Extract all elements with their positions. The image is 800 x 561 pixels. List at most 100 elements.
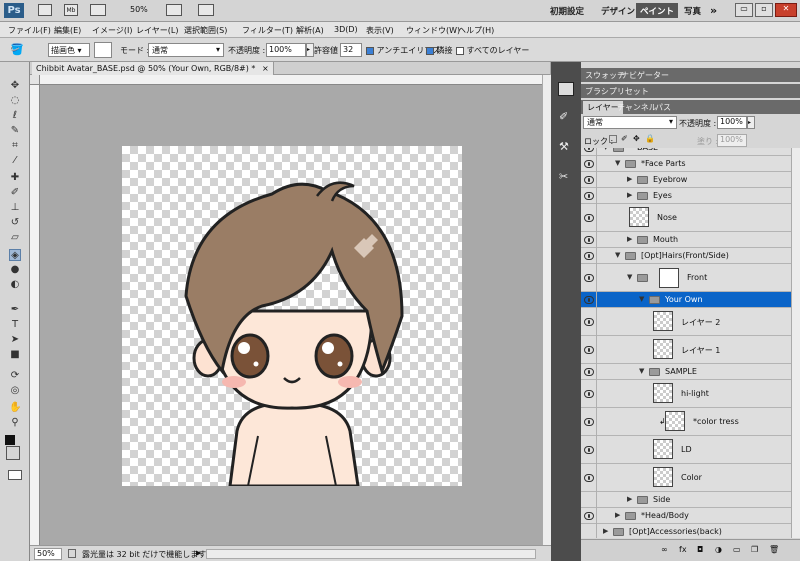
layer-visibility-toggle[interactable]: [581, 508, 597, 524]
collapse-arrow-icon[interactable]: ▼: [603, 148, 608, 151]
tab-paths[interactable]: パス: [655, 102, 671, 113]
layer-thumbnail[interactable]: [665, 411, 685, 431]
layer-visibility-toggle[interactable]: [581, 232, 597, 248]
move-tool-icon[interactable]: ✥: [9, 80, 21, 92]
lock-transparency-icon[interactable]: [609, 135, 617, 143]
expand-arrow-icon[interactable]: ▶: [615, 511, 620, 519]
menu-window[interactable]: ウィンドウ(W): [406, 25, 460, 36]
collapse-arrow-icon[interactable]: ▼: [615, 251, 620, 259]
layer-row[interactable]: Nose: [581, 204, 791, 232]
collapse-arrow-icon[interactable]: ▼: [615, 159, 620, 167]
clone-source-panel-icon[interactable]: ⚒: [559, 140, 573, 154]
layer-row[interactable]: Color: [581, 464, 791, 492]
layer-row[interactable]: ▶ [Opt]Accessories(back): [581, 524, 791, 538]
lasso-tool-icon[interactable]: ℓ: [9, 110, 21, 122]
close-document-icon[interactable]: ×: [262, 64, 269, 73]
menu-file[interactable]: ファイル(F): [8, 25, 51, 36]
minimize-button[interactable]: ▭: [735, 3, 753, 17]
expand-arrow-icon[interactable]: ▶: [627, 235, 632, 243]
menu-analysis[interactable]: 解析(A): [296, 25, 324, 36]
view-extras-icon[interactable]: [90, 4, 106, 16]
tab-navigator[interactable]: ナビゲーター: [621, 70, 669, 81]
layer-row[interactable]: レイヤー 2: [581, 308, 791, 336]
tab-brush-presets[interactable]: ブラシプリセット: [585, 86, 649, 97]
layer-visibility-toggle[interactable]: [581, 464, 597, 492]
background-color-swatch[interactable]: [6, 446, 20, 460]
paint-bucket-preset-icon[interactable]: 🪣: [10, 43, 28, 57]
layer-visibility-toggle[interactable]: [581, 264, 597, 292]
layer-row[interactable]: ▼ Your Own: [581, 292, 791, 308]
collapse-arrow-icon[interactable]: ▼: [639, 367, 644, 375]
expand-arrow-icon[interactable]: ▶: [627, 191, 632, 199]
collapse-arrow-icon[interactable]: ▼: [627, 273, 632, 281]
horizontal-scrollbar[interactable]: [206, 549, 536, 559]
pen-tool-icon[interactable]: ✒: [9, 304, 21, 316]
expand-arrow-icon[interactable]: ▶: [603, 527, 608, 535]
zoom-level-select[interactable]: 50%: [130, 5, 148, 14]
layer-row[interactable]: ▶ Side: [581, 492, 791, 508]
layer-visibility-toggle[interactable]: [581, 292, 597, 308]
brush-panel-icon[interactable]: ✐: [559, 110, 573, 124]
layer-visibility-toggle[interactable]: [581, 364, 597, 380]
layer-row[interactable]: ↲ *color tress: [581, 408, 791, 436]
layer-row[interactable]: ▶ Mouth: [581, 232, 791, 248]
3d-rotate-tool-icon[interactable]: ⟳: [9, 370, 21, 382]
workspace-default[interactable]: 初期設定: [546, 3, 588, 18]
layer-visibility-toggle[interactable]: [581, 248, 597, 264]
status-info-icon[interactable]: [68, 549, 76, 558]
canvas-area[interactable]: [40, 85, 542, 545]
layer-visibility-toggle[interactable]: [581, 156, 597, 172]
vertical-scrollbar[interactable]: [542, 75, 551, 545]
expand-arrow-icon[interactable]: ▶: [627, 495, 632, 503]
ruler-origin[interactable]: [30, 75, 40, 85]
layer-row[interactable]: ▼ *Face Parts: [581, 156, 791, 172]
menu-help[interactable]: ヘルプ(H): [458, 25, 494, 36]
menu-edit[interactable]: 編集(E): [54, 25, 81, 36]
menu-layer[interactable]: レイヤー(L): [136, 25, 178, 36]
new-group-icon[interactable]: ▭: [733, 545, 741, 554]
layer-visibility-toggle[interactable]: [581, 148, 597, 156]
new-layer-icon[interactable]: ❐: [751, 545, 758, 554]
layer-visibility-toggle[interactable]: [581, 336, 597, 364]
layer-thumbnail[interactable]: [653, 383, 673, 403]
layer-mask-thumbnail[interactable]: [659, 268, 679, 288]
quick-select-tool-icon[interactable]: ✎: [9, 125, 21, 137]
contiguous-checkbox[interactable]: 隣接: [426, 45, 453, 56]
layer-row[interactable]: ▼ Front: [581, 264, 791, 292]
lock-all-icon[interactable]: 🔒: [645, 134, 655, 143]
restore-button[interactable]: ▫: [755, 3, 773, 17]
layer-thumbnail[interactable]: [653, 467, 673, 487]
brush-tool-icon[interactable]: ✐: [9, 187, 21, 199]
foreground-color-swatch[interactable]: [5, 435, 15, 445]
layer-opacity-arrow[interactable]: ▸: [747, 116, 755, 129]
opacity-slider-arrow[interactable]: ▸: [306, 43, 314, 57]
all-layers-checkbox[interactable]: すべてのレイヤー: [456, 45, 529, 56]
more-workspaces-icon[interactable]: »: [710, 4, 717, 17]
menu-select[interactable]: 選択範囲(S): [184, 25, 227, 36]
adjustment-layer-icon[interactable]: ◑: [715, 545, 722, 554]
tab-swatches[interactable]: スウォッチ: [585, 70, 625, 81]
pattern-picker[interactable]: [94, 42, 112, 58]
status-zoom-input[interactable]: 50%: [34, 548, 62, 560]
menu-filter[interactable]: フィルター(T): [242, 25, 293, 36]
arrange-documents-icon[interactable]: [166, 4, 182, 16]
layer-row[interactable]: レイヤー 1: [581, 336, 791, 364]
layer-visibility-toggle[interactable]: [581, 436, 597, 464]
layer-visibility-toggle[interactable]: [581, 524, 597, 538]
layer-row[interactable]: LD: [581, 436, 791, 464]
opacity-input[interactable]: 100%: [266, 43, 306, 57]
layer-visibility-toggle[interactable]: [581, 204, 597, 232]
workspace-photo[interactable]: 写真: [680, 3, 705, 18]
layers-scrollbar[interactable]: [791, 148, 800, 538]
tool-preset-panel-icon[interactable]: ✂: [559, 170, 573, 184]
layer-row[interactable]: ▶ Eyebrow: [581, 172, 791, 188]
marquee-tool-icon[interactable]: ◌: [9, 95, 21, 107]
layer-row[interactable]: hi-light: [581, 380, 791, 408]
layer-thumbnail[interactable]: [629, 207, 649, 227]
document-canvas[interactable]: [122, 146, 462, 488]
layer-visibility-toggle[interactable]: [581, 188, 597, 204]
link-layers-icon[interactable]: ∞: [661, 545, 668, 554]
clone-stamp-tool-icon[interactable]: ⊥: [9, 202, 21, 214]
delete-layer-icon[interactable]: 🗑: [769, 545, 779, 554]
shape-tool-icon[interactable]: ■: [9, 349, 21, 361]
